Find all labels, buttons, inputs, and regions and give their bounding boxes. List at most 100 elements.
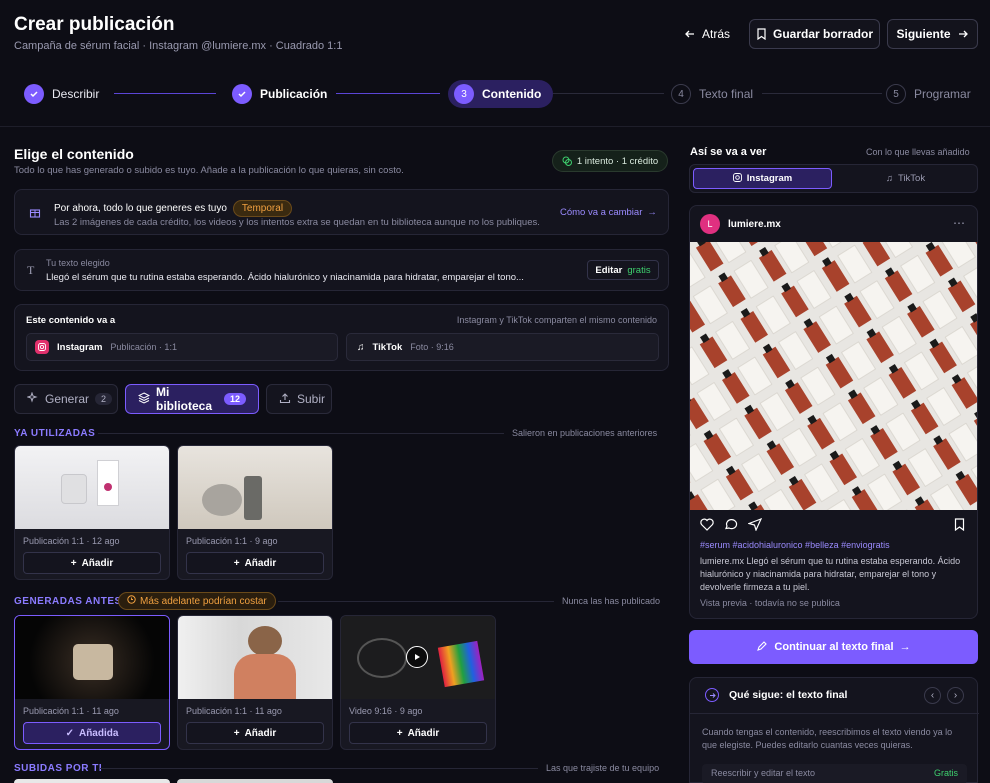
plus-icon: + bbox=[233, 727, 240, 739]
preview-tab-instagram[interactable]: Instagram bbox=[693, 168, 832, 189]
more-icon[interactable]: ⋯ bbox=[953, 216, 965, 230]
chevron-right-icon[interactable]: › bbox=[947, 687, 964, 704]
plus-icon: + bbox=[233, 557, 240, 569]
sparkles-icon bbox=[26, 390, 39, 407]
media-meta: Publicación 1:1 · 11 ago bbox=[23, 706, 119, 716]
add-label: Añadir bbox=[81, 557, 114, 569]
tab-count: 12 bbox=[223, 393, 246, 405]
generated-section-note: Nunca las has publicado bbox=[562, 596, 661, 606]
credits-badge: 1 intento · 1 crédito bbox=[552, 150, 668, 172]
media-card[interactable]: Video 9:16 · 9 ago + Añadir bbox=[340, 615, 496, 750]
page-title: Crear publicación bbox=[14, 14, 175, 35]
avatar: L bbox=[700, 214, 720, 234]
back-label: Atrás bbox=[701, 27, 730, 41]
media-meta: Video 9:16 · 9 ago bbox=[349, 706, 423, 716]
play-icon[interactable] bbox=[406, 646, 428, 668]
step-connector bbox=[336, 93, 440, 94]
add-label: Añadir bbox=[407, 727, 440, 739]
text-icon: T bbox=[27, 263, 35, 277]
edit-text-button[interactable]: Editar gratis bbox=[587, 260, 659, 280]
free-tag: Gratis bbox=[933, 768, 958, 778]
continue-button[interactable]: Continuar al texto final → bbox=[689, 630, 978, 664]
back-button[interactable]: Atrás bbox=[676, 20, 738, 48]
add-button[interactable]: + Añadir bbox=[349, 722, 487, 744]
next-button[interactable]: Siguiente bbox=[887, 19, 978, 49]
check-icon bbox=[24, 84, 44, 104]
chosen-text-panel: T Tu texto elegido Llegó el sérum que tu… bbox=[14, 249, 669, 291]
media-card[interactable]: Publicación 1:1 · 12 ago + Añadir bbox=[14, 445, 170, 580]
media-thumbnail bbox=[14, 779, 170, 783]
tab-upload[interactable]: Subir bbox=[266, 384, 332, 414]
tab-count: 2 bbox=[95, 393, 113, 405]
next-step-title: Qué sigue: el texto final bbox=[729, 689, 848, 701]
platform-name: TikTok bbox=[372, 341, 403, 353]
temporary-tag: Temporal bbox=[232, 200, 293, 217]
step-texto-final[interactable]: 4 Texto final bbox=[671, 80, 753, 108]
step-describir[interactable]: Describir bbox=[24, 80, 99, 108]
step-number: 4 bbox=[671, 84, 691, 104]
step-label: Describir bbox=[52, 87, 100, 101]
free-tag: gratis bbox=[627, 264, 651, 276]
link-label: Cómo va a cambiar bbox=[560, 207, 643, 218]
section-divider bbox=[100, 768, 538, 769]
bookmark-icon bbox=[756, 28, 767, 40]
rewrite-label: Reescribir y editar el texto bbox=[711, 768, 816, 778]
added-button[interactable]: ✓ Añadida bbox=[23, 722, 161, 744]
gift-icon bbox=[29, 206, 41, 218]
add-button[interactable]: + Añadir bbox=[186, 722, 324, 744]
destination-panel: Este contenido va a Instagram y TikTok c… bbox=[14, 304, 669, 371]
media-meta: Publicación 1:1 · 12 ago bbox=[23, 536, 120, 546]
step-contenido[interactable]: 3 Contenido bbox=[448, 80, 554, 108]
media-thumbnail bbox=[178, 616, 332, 699]
tab-generate[interactable]: Generar 2 bbox=[14, 384, 118, 414]
save-icon[interactable] bbox=[954, 518, 965, 536]
media-thumbnail bbox=[15, 446, 169, 529]
save-draft-button[interactable]: Guardar borrador bbox=[749, 19, 880, 49]
heart-icon[interactable] bbox=[700, 518, 714, 536]
media-meta: Publicación 1:1 · 11 ago bbox=[186, 706, 282, 716]
tab-label: TikTok bbox=[898, 173, 926, 184]
preview-footer: Vista previa · todavía no se publica bbox=[700, 598, 840, 608]
cost-warning-text: Más adelante podrían costar bbox=[140, 595, 267, 607]
add-button[interactable]: + Añadir bbox=[186, 552, 324, 574]
step-programar[interactable]: 5 Programar bbox=[886, 80, 971, 108]
preview-tabs: Instagram ♫ TikTok bbox=[689, 164, 978, 193]
media-card[interactable]: Publicación 1:1 · 9 ago + Añadir bbox=[177, 445, 333, 580]
instagram-icon bbox=[35, 340, 49, 354]
step-publicacion[interactable]: Publicación bbox=[232, 80, 327, 108]
next-step-panel: Qué sigue: el texto final ‹ › Cuando ten… bbox=[689, 677, 979, 783]
media-thumbnail bbox=[178, 446, 332, 529]
platform-instagram[interactable]: Instagram Publicación · 1:1 bbox=[26, 333, 338, 361]
platform-detail: Publicación · 1:1 bbox=[110, 342, 177, 352]
media-card[interactable]: Publicación 1:1 · 11 ago + Añadir bbox=[177, 615, 333, 750]
comment-icon[interactable] bbox=[724, 518, 738, 536]
add-button[interactable]: + Añadir bbox=[23, 552, 161, 574]
notice-title: Por ahora, todo lo que generes es tuyo bbox=[54, 203, 227, 214]
media-card-selected[interactable]: Publicación 1:1 · 11 ago ✓ Añadida bbox=[14, 615, 170, 750]
chevron-left-icon[interactable]: ‹ bbox=[924, 687, 941, 704]
how-it-changes-link[interactable]: Cómo va a cambiar → bbox=[560, 207, 657, 218]
next-step-body: Cuando tengas el contenido, reescribimos… bbox=[702, 727, 953, 750]
arrow-left-icon bbox=[684, 28, 696, 40]
uploaded-section-label: SUBIDAS POR TI bbox=[14, 763, 103, 774]
rewrite-row[interactable]: Reescribir y editar el texto Gratis bbox=[702, 764, 967, 783]
continue-label: Continuar al texto final bbox=[774, 641, 894, 653]
tiktok-icon: ♫ bbox=[885, 173, 893, 184]
check-icon: ✓ bbox=[65, 727, 74, 739]
layers-icon bbox=[137, 391, 151, 407]
added-label: Añadida bbox=[78, 727, 119, 739]
tab-library[interactable]: Mi biblioteca 12 bbox=[125, 384, 259, 414]
share-icon[interactable] bbox=[747, 517, 763, 536]
tiktok-icon: ♫ bbox=[357, 341, 365, 353]
check-icon bbox=[232, 84, 252, 104]
save-draft-label: Guardar borrador bbox=[772, 27, 874, 41]
destination-title: Este contenido va a bbox=[26, 315, 116, 326]
preview-note: Con lo que llevas añadido bbox=[866, 147, 970, 157]
arrow-circle-icon bbox=[705, 688, 719, 702]
preview-tab-tiktok[interactable]: ♫ TikTok bbox=[836, 168, 975, 189]
upload-icon bbox=[279, 392, 291, 407]
section-divider bbox=[98, 433, 504, 434]
step-label: Texto final bbox=[699, 87, 754, 101]
platform-tiktok[interactable]: ♫ TikTok Foto · 9:16 bbox=[346, 333, 659, 361]
platform-detail: Foto · 9:16 bbox=[410, 342, 454, 352]
